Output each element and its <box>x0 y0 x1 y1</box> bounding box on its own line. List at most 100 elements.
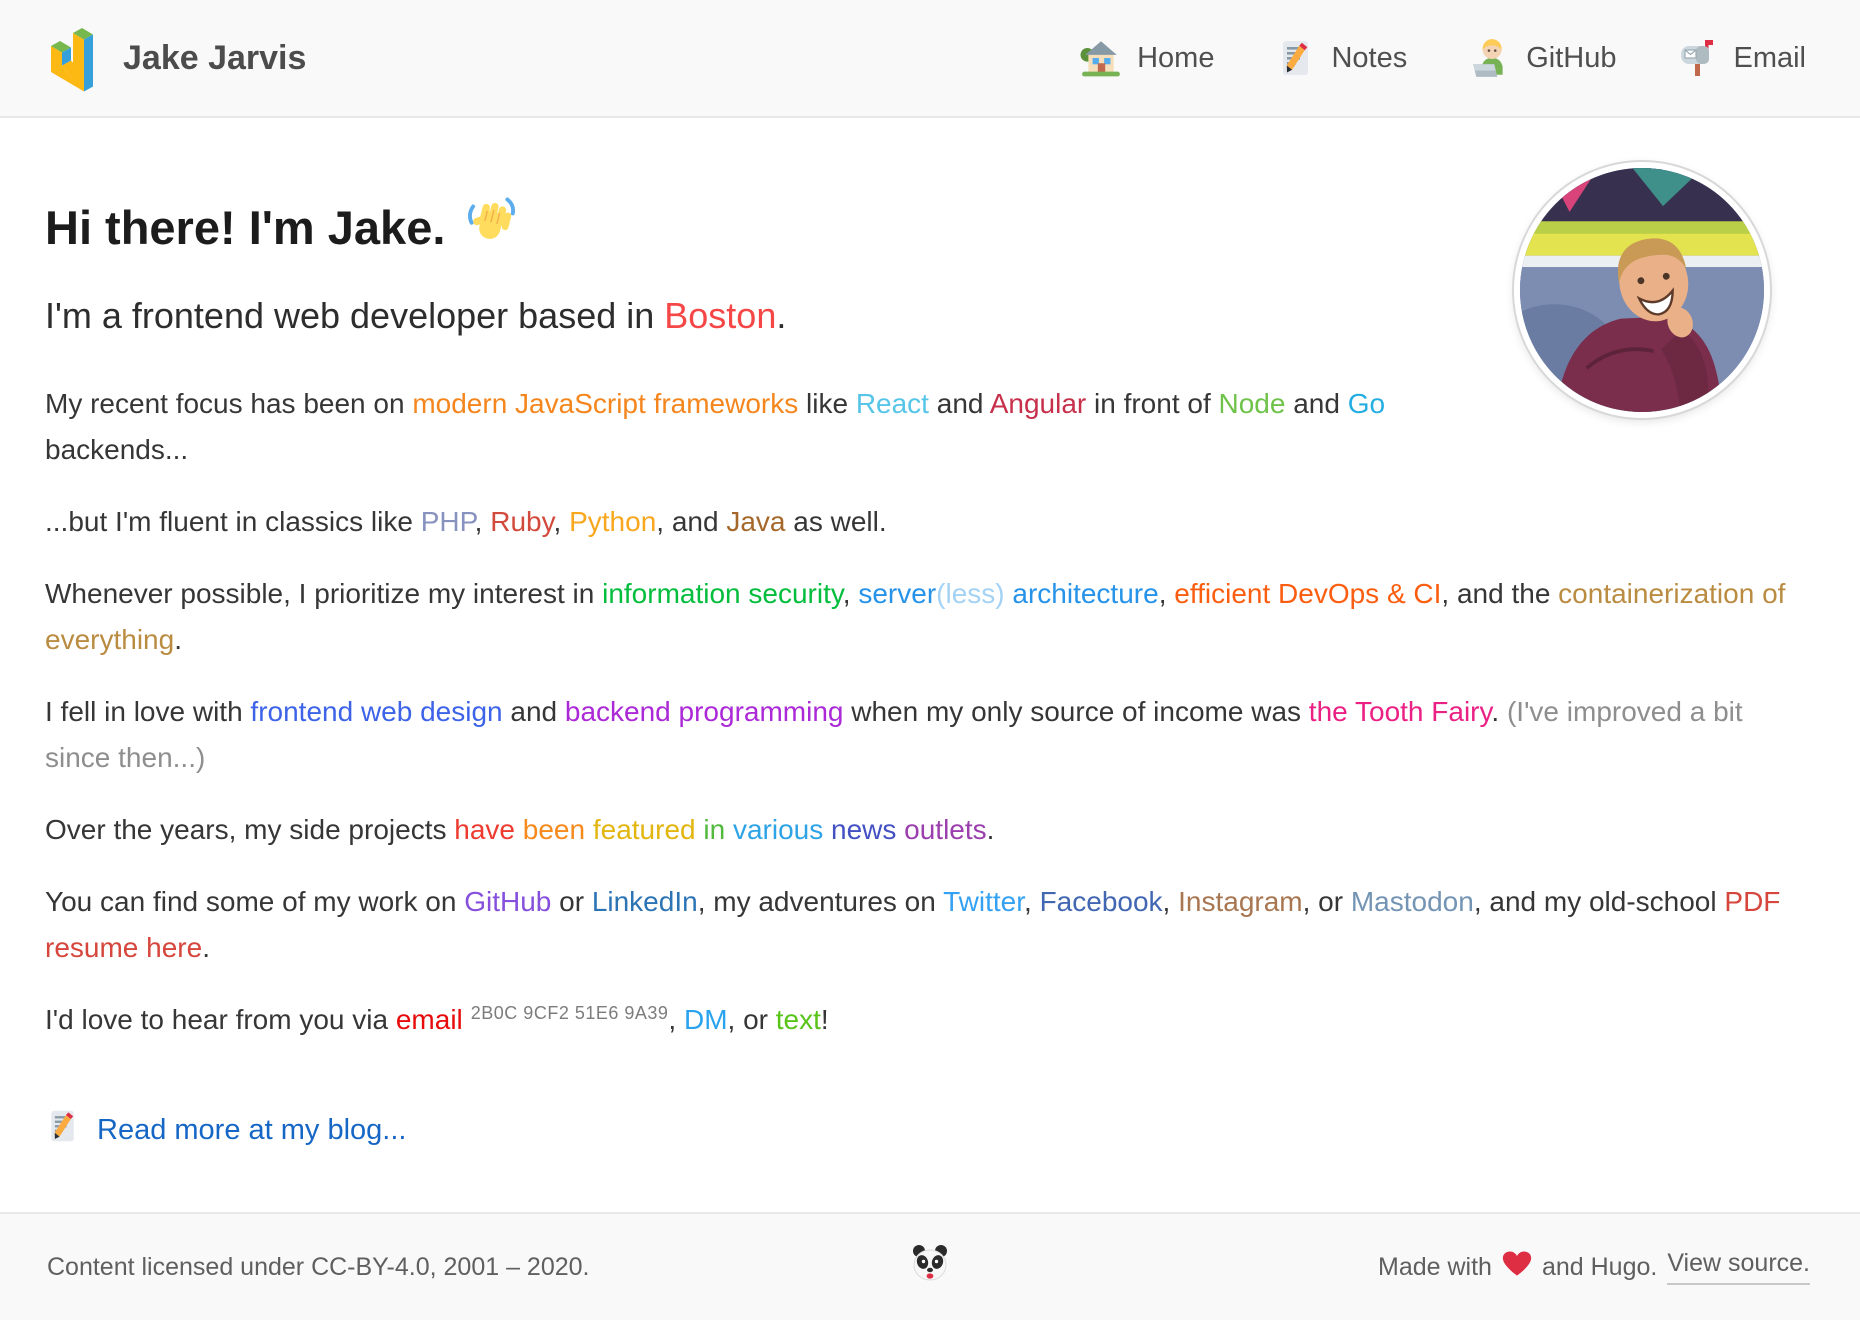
text-segment: in front of <box>1086 388 1219 419</box>
text-segment: and <box>1285 388 1348 419</box>
text-segment: , <box>668 1004 684 1035</box>
site-footer: Content licensed under CC-BY-4.0, 2001 –… <box>0 1212 1860 1320</box>
site-header: Jake Jarvis Home Notes GitHub Email <box>0 0 1860 118</box>
boston-link[interactable]: Boston <box>664 295 776 336</box>
paragraph-interests: Whenever possible, I prioritize my inter… <box>45 571 1810 663</box>
nav-item-label: GitHub <box>1526 41 1617 74</box>
text-segment: I'm a frontend web developer based in <box>45 295 665 336</box>
text-segment: , <box>1162 886 1179 917</box>
paragraph-classics: ...but I'm fluent in classics like PHP , … <box>45 499 1810 545</box>
nav-item-email[interactable]: Email <box>1678 37 1806 79</box>
java-link[interactable]: Java <box>726 506 785 537</box>
paragraph-find-my-work: You can find some of my work on GitHub o… <box>45 879 1810 971</box>
press-link-news[interactable]: news <box>831 814 896 845</box>
text-segment: backends... <box>45 434 189 465</box>
serverless-link[interactable]: server <box>858 578 936 609</box>
panda-icon <box>910 1243 950 1292</box>
page-title-text: Hi there! I'm Jake. <box>45 201 446 254</box>
brand-link[interactable]: Jake Jarvis <box>45 16 306 101</box>
text-segment: , and <box>656 506 727 537</box>
blog-link-label: Read more at my blog... <box>97 1113 407 1146</box>
instagram-link[interactable]: Instagram <box>1178 886 1303 917</box>
text-segment: Whenever possible, I prioritize my inter… <box>45 578 603 609</box>
text-segment: . <box>986 814 995 845</box>
red-heart-icon <box>1502 1250 1532 1285</box>
twitter-link[interactable]: Twitter <box>943 886 1024 917</box>
press-link-been[interactable]: been <box>523 814 585 845</box>
memo-icon <box>45 1107 81 1153</box>
text-segment: . <box>776 295 787 336</box>
site-title: Jake Jarvis <box>123 38 307 77</box>
press-link-in[interactable]: in <box>703 814 725 845</box>
paragraph-contact: I'd love to hear from you via email 2B0C … <box>45 997 1810 1043</box>
paragraph-recent-focus: My recent focus has been on modern JavaS… <box>45 381 1475 473</box>
view-source-link[interactable]: View source. <box>1667 1249 1810 1285</box>
made-with: Made with and Hugo. View source. <box>1378 1249 1810 1285</box>
nav-item-notes[interactable]: Notes <box>1276 37 1407 79</box>
go-link[interactable]: Go <box>1348 388 1385 419</box>
text-segment: and <box>502 696 565 727</box>
press-link-outlets[interactable]: outlets <box>904 814 987 845</box>
press-link-various[interactable]: various <box>733 814 823 845</box>
main-content: Hi there! I'm Jake. I'm a frontend web d… <box>0 118 1860 1153</box>
paragraph-side-projects: Over the years, my side projects have be… <box>45 807 1810 853</box>
react-link[interactable]: React <box>856 388 929 419</box>
memo-icon <box>1276 37 1316 79</box>
site-logo-icon <box>45 16 97 101</box>
profile-photo <box>1514 162 1770 418</box>
js-frameworks-link[interactable]: modern JavaScript frameworks <box>412 388 798 419</box>
text-segment: and <box>928 388 990 419</box>
angular-link[interactable]: Angular <box>990 388 1087 419</box>
blog-link[interactable]: Read more at my blog... <box>45 1107 406 1153</box>
text-segment <box>515 814 523 845</box>
house-icon <box>1080 37 1122 79</box>
linkedin-link[interactable]: LinkedIn <box>592 886 698 917</box>
text-link[interactable]: text <box>776 1004 821 1035</box>
text-segment: . <box>1491 696 1507 727</box>
text-segment <box>585 814 593 845</box>
text-segment: My recent focus has been on <box>45 388 413 419</box>
facebook-link[interactable]: Facebook <box>1040 886 1163 917</box>
text-segment: , <box>474 506 491 537</box>
github-link[interactable]: GitHub <box>464 886 551 917</box>
text-segment: , and the <box>1441 578 1559 609</box>
text-segment: , <box>1024 886 1040 917</box>
tooth-fairy-link[interactable]: the Tooth Fairy <box>1309 696 1492 727</box>
text-segment: , <box>1158 578 1175 609</box>
license-text: Content licensed under CC-BY-4.0, 2001 –… <box>47 1252 590 1281</box>
text-segment: . <box>174 624 182 655</box>
text-segment: Over the years, my side projects <box>45 814 455 845</box>
site-nav: Home Notes GitHub Email <box>1080 37 1806 79</box>
nav-item-home[interactable]: Home <box>1080 37 1214 79</box>
text-segment: as well. <box>785 506 887 537</box>
nav-item-label: Home <box>1137 41 1215 74</box>
email-link[interactable]: email <box>396 1004 463 1035</box>
paragraph-fell-in-love: I fell in love with frontend web design … <box>45 689 1810 781</box>
text-segment: . <box>202 932 210 963</box>
press-link-have[interactable]: have <box>454 814 515 845</box>
php-link[interactable]: PHP <box>421 506 475 537</box>
waving-hand-icon <box>463 194 519 261</box>
press-link-featured[interactable]: featured <box>593 814 696 845</box>
technologist-icon <box>1469 37 1511 79</box>
python-link[interactable]: Python <box>569 506 656 537</box>
nav-item-github[interactable]: GitHub <box>1469 37 1616 79</box>
text-segment: I'd love to hear from you via <box>45 1004 396 1035</box>
dm-link[interactable]: DM <box>684 1004 728 1035</box>
ruby-link[interactable]: Ruby <box>490 506 553 537</box>
backend-programming-link[interactable]: backend programming <box>565 696 844 727</box>
text-segment <box>725 814 733 845</box>
text-segment <box>823 814 831 845</box>
text-segment: , my adventures on <box>697 886 944 917</box>
infosec-link[interactable]: information security <box>602 578 843 609</box>
text-segment: , or <box>1302 886 1351 917</box>
devops-link[interactable]: efficient DevOps & CI <box>1174 578 1441 609</box>
architecture-link[interactable]: architecture <box>1005 578 1158 609</box>
nav-item-label: Notes <box>1331 41 1408 74</box>
mastodon-link[interactable]: Mastodon <box>1351 886 1474 917</box>
text-segment: ! <box>820 1004 829 1035</box>
serverless-less-link[interactable]: (less) <box>936 578 1004 609</box>
text-segment: I fell in love with <box>45 696 251 727</box>
node-link[interactable]: Node <box>1219 388 1286 419</box>
frontend-design-link[interactable]: frontend web design <box>250 696 502 727</box>
